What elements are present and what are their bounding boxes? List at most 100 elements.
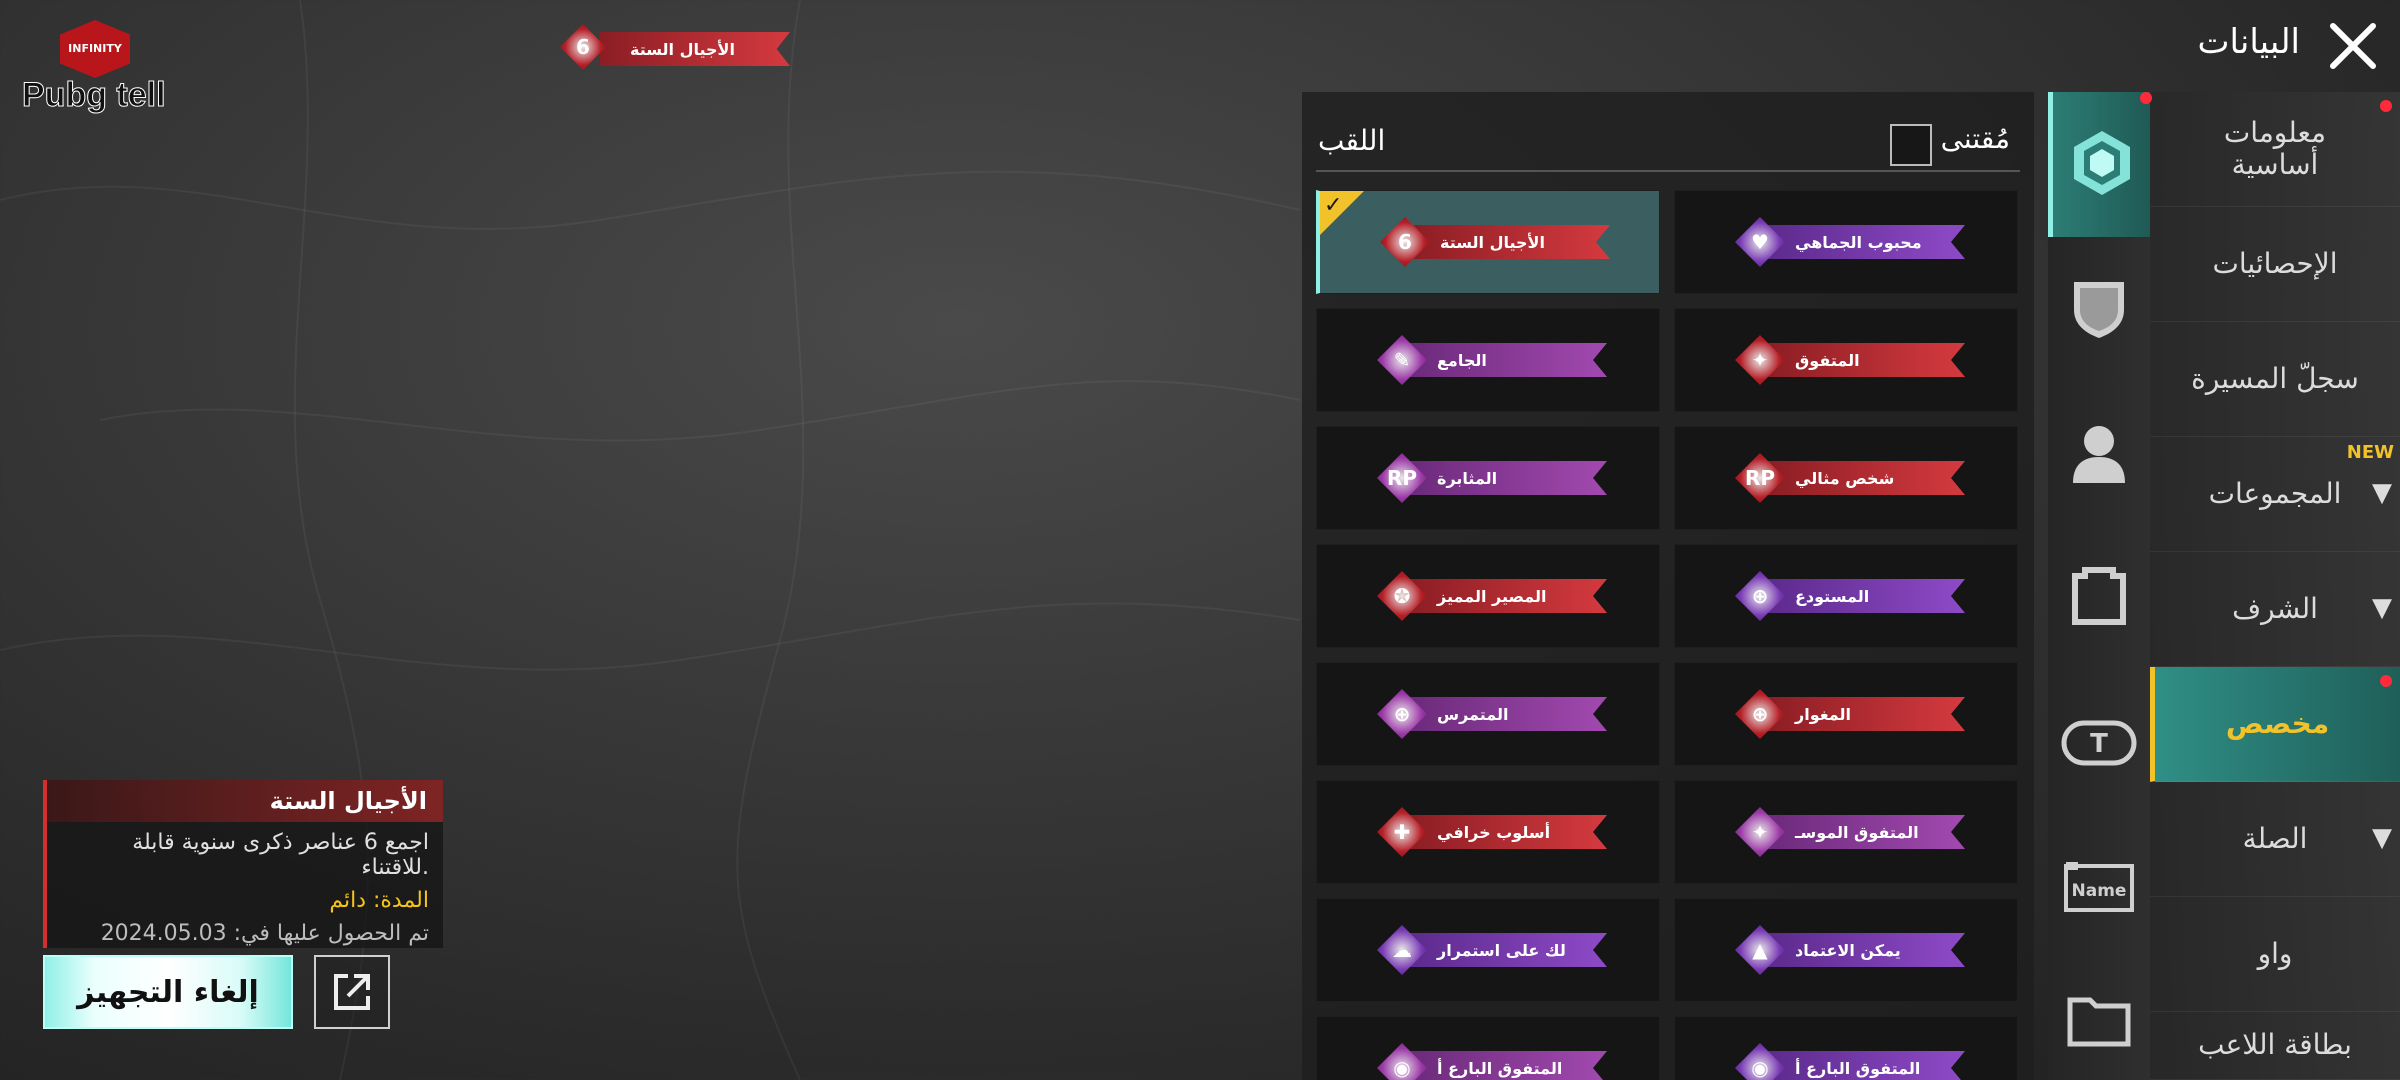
title-emblem-icon: ⊕: [1377, 689, 1427, 739]
title-card[interactable]: المستودع ⊕: [1674, 544, 2018, 648]
new-badge: NEW: [2346, 442, 2394, 463]
title-emblem-icon: ◉: [1735, 1043, 1785, 1080]
title-card[interactable]: الأجيال الستة 6 ✓: [1316, 190, 1660, 294]
nav-item-label: المجموعات: [2208, 476, 2342, 510]
nav-item-label: بطاقة اللاعب: [2198, 1028, 2352, 1062]
sidebar-tab-name-card[interactable]: Name: [2048, 817, 2150, 962]
title-card-label: أسلوب خرافي: [1407, 815, 1607, 849]
title-emblem-icon: ◉: [1377, 1043, 1427, 1080]
nav-item-label: سجلّ المسيرة: [2191, 361, 2359, 395]
title-emblem-icon: ⊕: [1735, 571, 1785, 621]
notification-dot: [2380, 675, 2392, 687]
owned-filter-checkbox[interactable]: [1890, 124, 1932, 166]
title-emblem-icon: 6: [1380, 217, 1430, 267]
panel-header: اللقب مُقتنى: [1316, 112, 2020, 172]
checkmark-icon: ✓: [1324, 193, 1343, 218]
equipped-title-emblem: 6: [560, 24, 606, 70]
sidebar-tab-tag[interactable]: T: [2048, 672, 2150, 817]
title-card[interactable]: المتفوق البارع أ ◉: [1316, 1016, 1660, 1080]
title-card-label: شخص مثالي: [1765, 461, 1965, 495]
equipped-title-label: الأجيال الستة: [600, 32, 790, 66]
nav-item-label: الإحصائيات: [2212, 246, 2338, 280]
chevron-down-icon: ▼: [2372, 823, 2392, 854]
nav-item-label: الصلة: [2242, 821, 2308, 855]
notification-dot: [2140, 92, 2152, 104]
nav-wow[interactable]: واو: [2150, 897, 2400, 1012]
title-card-label: محبوب الجماهي: [1765, 225, 1965, 259]
sidebar-tab-frame[interactable]: [2048, 527, 2150, 672]
nav-connection[interactable]: الصلة ▼: [2150, 782, 2400, 897]
page-title: البيانات: [2197, 22, 2300, 62]
info-title: الأجيال الستة: [47, 780, 443, 822]
logo-badge: INFINITY: [60, 20, 130, 78]
title-card[interactable]: المتفوق البارع أ ◉: [1674, 1016, 2018, 1080]
title-card[interactable]: المصير المميز ✪: [1316, 544, 1660, 648]
title-card[interactable]: لك على استمرار ☁: [1316, 898, 1660, 1002]
brand-logo: INFINITY Pubg tell: [22, 20, 172, 115]
title-card[interactable]: المثابرة RP: [1316, 426, 1660, 530]
name-card-icon: Name: [2063, 860, 2135, 920]
title-card[interactable]: محبوب الجماهي ♥: [1674, 190, 2018, 294]
title-emblem-icon: ✪: [1377, 571, 1427, 621]
title-card[interactable]: الجامع ✎: [1316, 308, 1660, 412]
share-button[interactable]: [314, 955, 390, 1029]
owned-filter-label[interactable]: مُقتنى: [1941, 122, 2010, 155]
chevron-down-icon: ▼: [2372, 478, 2392, 509]
title-emblem-icon: ✦: [1735, 807, 1785, 857]
title-card-label: المصير المميز: [1407, 579, 1607, 613]
close-icon: [2330, 23, 2376, 69]
title-card[interactable]: شخص مثالي RP: [1674, 426, 2018, 530]
title-badge-icon: [2070, 129, 2134, 201]
title-card-label: المغوار: [1765, 697, 1965, 731]
title-card-label: المستودع: [1765, 579, 1965, 613]
nav-career-log[interactable]: سجلّ المسيرة: [2150, 322, 2400, 437]
title-card-label: المتمرس: [1407, 697, 1607, 731]
tag-icon: T: [2061, 720, 2137, 770]
title-card-label: الأجيال الستة: [1410, 225, 1610, 259]
title-card-label: المتفوق البارع أ: [1765, 1051, 1965, 1080]
title-card[interactable]: أسلوب خرافي ✚: [1316, 780, 1660, 884]
svg-text:Name: Name: [2072, 881, 2127, 901]
title-card-label: المثابرة: [1407, 461, 1607, 495]
sidebar-tab-shield[interactable]: [2048, 237, 2150, 382]
nav-custom[interactable]: مخصص: [2150, 667, 2400, 782]
titles-panel: اللقب مُقتنى الأجيال الستة 6 ✓ محبوب الجماه…: [1302, 92, 2034, 1080]
nav-honor[interactable]: الشرف ▼: [2150, 552, 2400, 667]
title-card-label: المتفوق: [1765, 343, 1965, 377]
title-card[interactable]: المغوار ⊕: [1674, 662, 2018, 766]
title-card-label: الجامع: [1407, 343, 1607, 377]
title-card-label: المتفوق البارع أ: [1407, 1051, 1607, 1080]
sidebar-tab-avatar[interactable]: [2048, 382, 2150, 527]
title-info-box: الأجيال الستة اجمع 6 عناصر ذكرى سنوية قا…: [43, 780, 443, 948]
nav-item-label: مخصص: [2225, 706, 2330, 740]
title-card-label: المتفوق الموسـ: [1765, 815, 1965, 849]
equipped-title-banner: الأجيال الستة 6: [560, 24, 790, 72]
unequip-button[interactable]: إلغاء التجهيز: [43, 955, 293, 1029]
svg-text:T: T: [2090, 729, 2108, 759]
nav-statistics[interactable]: الإحصائيات: [2150, 207, 2400, 322]
panel-title: اللقب: [1318, 124, 1386, 157]
nav-collections[interactable]: المجموعات ▼ NEW: [2150, 437, 2400, 552]
title-emblem-icon: RP: [1377, 453, 1427, 503]
title-card[interactable]: المتفوق الموسـ ✦: [1674, 780, 2018, 884]
title-card-label: يمكن الاعتماد: [1765, 933, 1965, 967]
sidebar-tab-title-badge[interactable]: [2048, 92, 2152, 237]
title-emblem-icon: ⊕: [1735, 689, 1785, 739]
nav-player-card[interactable]: بطاقة اللاعب: [2150, 1012, 2400, 1080]
frame-icon: [2067, 566, 2131, 634]
logo-text: Pubg tell: [22, 76, 167, 115]
title-emblem-icon: RP: [1735, 453, 1785, 503]
info-obtained-date: تم الحصول عليها في: 2024.05.03: [100, 921, 429, 946]
close-button[interactable]: [2325, 18, 2381, 74]
chevron-down-icon: ▼: [2372, 593, 2392, 624]
avatar-icon: [2069, 421, 2129, 489]
title-emblem-icon: ✦: [1735, 335, 1785, 385]
title-emblem-icon: ☁: [1377, 925, 1427, 975]
nav-item-label: الشرف: [2232, 591, 2318, 625]
title-card[interactable]: المتفوق ✦: [1674, 308, 2018, 412]
sidebar-tab-folder[interactable]: [2048, 962, 2150, 1080]
share-icon: [334, 974, 370, 1010]
title-card[interactable]: يمكن الاعتماد ▲: [1674, 898, 2018, 1002]
nav-basic-info[interactable]: معلومات أساسية: [2150, 92, 2400, 207]
title-card[interactable]: المتمرس ⊕: [1316, 662, 1660, 766]
